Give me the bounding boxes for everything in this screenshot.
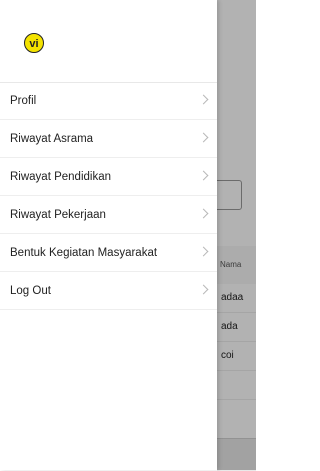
menu-item-label: Profil [10, 94, 37, 107]
menu-item-label: Riwayat Asrama [10, 132, 94, 145]
drawer-header: vi [0, 0, 217, 83]
menu-item-label: Riwayat Pendidikan [10, 170, 112, 183]
menu-item-riwayat-asrama[interactable]: Riwayat Asrama [0, 120, 217, 158]
chevron-right-icon [198, 170, 209, 181]
menu-item-riwayat-pekerjaan[interactable]: Riwayat Pekerjaan [0, 196, 217, 234]
menu-item-riwayat-pendidikan[interactable]: Riwayat Pendidikan [0, 158, 217, 196]
chevron-right-icon [198, 132, 209, 143]
chevron-right-icon [198, 246, 209, 257]
app-logo-icon: vi [29, 38, 38, 49]
chevron-right-icon [198, 208, 209, 219]
menu-item-label: Riwayat Pekerjaan [10, 208, 106, 221]
drawer-menu: Profil Riwayat Asrama Riwayat Pendidikan… [0, 82, 217, 310]
chevron-right-icon [198, 94, 209, 105]
menu-item-label: Bentuk Kegiatan Masyarakat [10, 246, 158, 259]
menu-item-label: Log Out [10, 284, 51, 297]
navigation-drawer: vi Profil Riwayat Asrama Riwayat Pendidi… [0, 0, 217, 470]
app-logo-text: vi [29, 38, 38, 49]
menu-item-profil[interactable]: Profil [0, 82, 217, 120]
app-logo: vi [24, 33, 44, 53]
menu-item-log-out[interactable]: Log Out [0, 272, 217, 310]
menu-item-bentuk-kegiatan-masyarakat[interactable]: Bentuk Kegiatan Masyarakat [0, 234, 217, 272]
chevron-right-icon [198, 284, 209, 295]
